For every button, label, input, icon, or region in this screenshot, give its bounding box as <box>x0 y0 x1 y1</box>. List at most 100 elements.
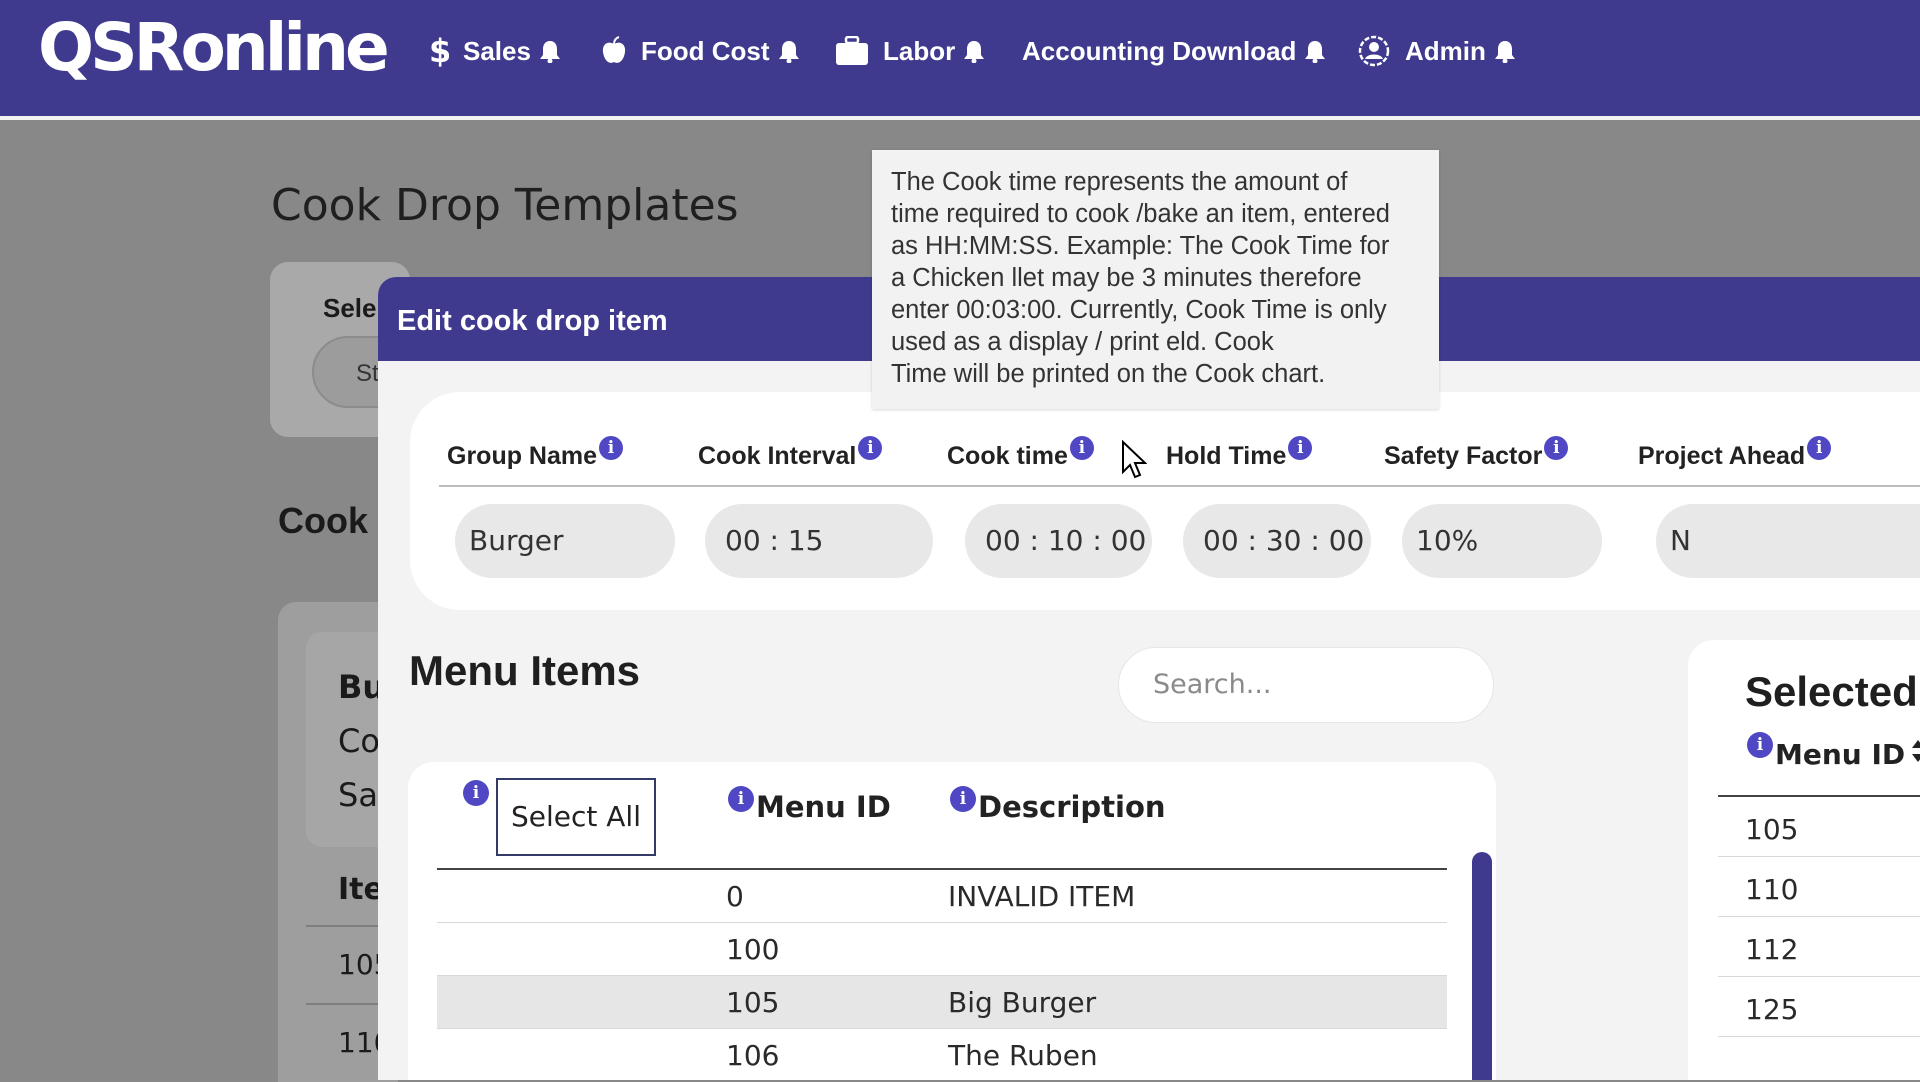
info-icon[interactable]: i <box>1069 436 1094 460</box>
hold-time-label: Hold Time i <box>1166 436 1313 471</box>
safety-factor-label: Safety Factor i <box>1384 436 1569 471</box>
cook-time-tooltip: The Cook time represents the amount of t… <box>872 150 1439 409</box>
selected-menu-id: 110 <box>1745 873 1799 906</box>
divider <box>439 485 1920 487</box>
mouse-cursor-icon <box>1121 439 1148 485</box>
list-item[interactable]: 112 <box>1718 917 1920 977</box>
tooltip-line: a Chicken llet may be 3 minutes therefor… <box>891 264 1362 292</box>
table-row[interactable]: 100 <box>437 923 1447 976</box>
table-row[interactable]: 105 Big Burger <box>437 976 1447 1029</box>
table-row[interactable]: 106 The Ruben <box>437 1029 1447 1080</box>
info-icon[interactable]: i <box>1747 732 1773 758</box>
project-ahead-label-text: Project Ahead <box>1638 442 1806 470</box>
hold-time-input[interactable]: 00 : 30 : 00 <box>1183 504 1371 578</box>
nav-labor[interactable]: Labor <box>835 33 985 69</box>
modal-title: Edit cook drop item <box>397 305 668 337</box>
info-icon[interactable]: i <box>463 780 489 806</box>
nav-sales-label: Sales <box>463 35 531 66</box>
nav-food-cost[interactable]: Food Cost <box>601 33 800 69</box>
tooltip-line: Time will be printed on the Cook chart. <box>891 360 1326 388</box>
tooltip-line: enter 00:03:00. Currently, Cook Time is … <box>891 296 1387 324</box>
top-navbar: QSRonline $ Sales Food Cost Labor Accoun… <box>0 0 1920 120</box>
dollar-icon: $ <box>429 34 449 68</box>
cook-time-label-text: Cook time <box>947 442 1068 470</box>
background-select-label: Sele <box>323 293 377 323</box>
selected-column-header-menu-id[interactable]: i Menu ID <box>1745 732 1920 771</box>
selected-column-header-label: Menu ID <box>1775 738 1906 771</box>
page-title: Cook Drop Templates <box>271 180 739 231</box>
tooltip-line: as HH:MM:SS. Example: The Cook Time for <box>891 232 1390 260</box>
info-icon[interactable]: i <box>1288 436 1313 460</box>
divider <box>306 925 386 927</box>
menu-items-table: i Select All i Menu ID i Description 0 I… <box>408 762 1496 1080</box>
column-header-description[interactable]: i Description <box>948 786 1166 824</box>
list-item[interactable]: 105 <box>1718 797 1920 857</box>
table-row[interactable]: 0 INVALID ITEM <box>437 870 1447 923</box>
selected-items-panel: Selected i Menu ID 105 110 112 125 <box>1688 640 1920 1080</box>
list-item[interactable]: 110 <box>1718 857 1920 917</box>
description-cell: The Ruben <box>948 1039 1098 1072</box>
safety-factor-label-text: Safety Factor <box>1384 442 1543 470</box>
list-item[interactable]: 125 <box>1718 977 1920 1037</box>
description-cell: Big Burger <box>948 986 1097 1019</box>
bell-icon <box>539 39 561 63</box>
nav-accounting-download-label: Accounting Download <box>1022 35 1297 66</box>
group-name-input[interactable]: Burger <box>455 504 675 578</box>
background-select-value: St <box>356 360 379 387</box>
divider <box>306 1003 386 1005</box>
background-cook-heading: Cook <box>278 500 368 541</box>
nav-food-cost-label: Food Cost <box>641 35 770 66</box>
apple-icon <box>601 36 627 66</box>
background-group-line: Co <box>338 722 380 760</box>
tooltip-line: The Cook time represents the amount of <box>891 168 1348 196</box>
nav-accounting-download[interactable]: Accounting Download <box>1022 33 1326 69</box>
app-logo[interactable]: QSRonline <box>38 8 390 88</box>
info-icon[interactable]: i <box>858 436 883 460</box>
nav-admin[interactable]: Admin <box>1357 33 1516 69</box>
svg-text:$: $ <box>429 34 449 68</box>
selected-menu-id: 105 <box>1745 813 1799 846</box>
safety-factor-input[interactable]: 10% <box>1402 504 1602 578</box>
info-icon[interactable]: i <box>1544 436 1569 460</box>
info-icon[interactable]: i <box>599 436 624 460</box>
selected-menu-id: 125 <box>1745 993 1799 1026</box>
scrollbar[interactable] <box>1472 852 1492 1080</box>
menu-id-cell: 105 <box>726 986 780 1019</box>
nav-sales[interactable]: $ Sales <box>429 33 561 69</box>
info-icon[interactable]: i <box>728 786 754 812</box>
tooltip-line: time required to cook /bake an item, ent… <box>891 200 1390 228</box>
selected-title: Selected <box>1745 668 1918 715</box>
sort-icon[interactable] <box>1911 738 1920 771</box>
column-header-menu-id[interactable]: i Menu ID <box>726 786 891 824</box>
group-name-label-text: Group Name <box>447 442 598 470</box>
cook-time-label: Cook time i <box>947 436 1094 471</box>
menu-id-cell: 106 <box>726 1039 780 1072</box>
info-icon[interactable]: i <box>950 786 976 812</box>
bell-icon <box>1494 39 1516 63</box>
hold-time-label-text: Hold Time <box>1166 442 1287 470</box>
selected-menu-id: 112 <box>1745 933 1799 966</box>
cook-interval-input[interactable]: 00 : 15 <box>705 504 933 578</box>
search-input[interactable]: Search... <box>1118 647 1494 723</box>
admin-icon <box>1357 34 1391 68</box>
column-header-description-label: Description <box>978 790 1166 824</box>
select-all-button[interactable]: Select All <box>496 778 656 856</box>
tooltip-line: used as a display / print eld. Cook <box>891 328 1274 356</box>
bell-icon <box>1304 39 1326 63</box>
background-items-header: Ite <box>338 872 384 907</box>
project-ahead-input[interactable]: N <box>1656 504 1920 578</box>
info-icon[interactable]: i <box>1807 436 1832 460</box>
column-header-menu-id-label: Menu ID <box>756 790 891 824</box>
menu-items-title: Menu Items <box>409 647 641 694</box>
cook-interval-label: Cook Interval i <box>698 436 883 471</box>
briefcase-icon <box>835 36 869 66</box>
background-group-line: Sa <box>338 776 378 814</box>
nav-labor-label: Labor <box>883 35 956 66</box>
bell-icon <box>778 39 800 63</box>
group-name-label: Group Name i <box>447 436 624 471</box>
cook-time-input[interactable]: 00 : 10 : 00 <box>965 504 1152 578</box>
nav-admin-label: Admin <box>1405 35 1486 66</box>
menu-id-cell: 100 <box>726 933 780 966</box>
menu-id-cell: 0 <box>726 880 744 913</box>
bell-icon <box>963 39 985 63</box>
